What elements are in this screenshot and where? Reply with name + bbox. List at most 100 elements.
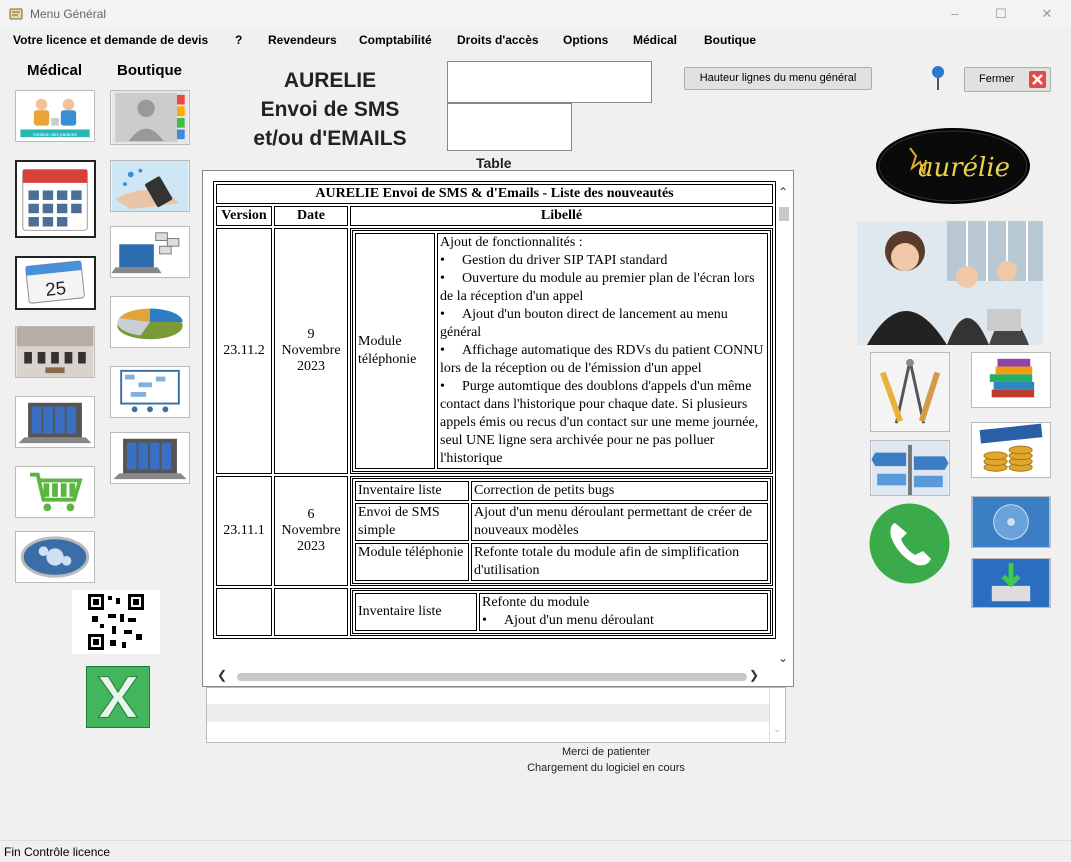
day-calendar-tile[interactable]: 25 [15,256,96,310]
row-intro: Refonte du module [482,595,590,610]
log-list-row [207,704,769,722]
news-table-title: AURELIE Envoi de SMS & d'Emails - Liste … [216,184,773,204]
documentation-tile[interactable] [971,352,1051,408]
hard-drive-tile[interactable] [971,496,1051,548]
shopping-cart-icon [16,467,94,517]
vertical-scroll-thumb[interactable] [779,207,789,221]
menu-medical[interactable]: Médical [633,33,677,47]
phone-hand-icon [111,161,189,211]
list-item: • Purge automtique des doublons d'appels … [440,379,759,466]
table-row: Inventaire liste Refonte du module • Ajou… [216,588,773,636]
svg-text:Gestion des patients: Gestion des patients [33,132,77,138]
row-text: Refonte totale du module afin de simplif… [471,543,768,581]
row-intro: Ajout de fonctionnalités : [440,235,583,250]
close-button-label: Fermer [979,73,1015,85]
table-row: 23.11.1 6 Novembre 2023 Inventaire liste… [216,476,773,586]
row-module: Module téléphonie [355,543,469,581]
scroll-right-icon[interactable]: ❯ [749,668,759,682]
mobile-payment-tile[interactable] [110,160,190,212]
list-item: • Ajout d'un bouton direct de lancement a… [440,307,728,340]
patients-icon: Gestion des patients [16,91,94,141]
commission-coins-icon [972,423,1050,477]
patients-management-tile[interactable]: Gestion des patients [15,90,95,142]
title-line-1: AURELIE [283,69,377,92]
scroll-left-icon[interactable]: ❮ [217,668,227,682]
row-height-button[interactable]: Hauteur lignes du menu général [684,67,872,90]
top-input-field[interactable] [447,61,652,103]
settings-tile[interactable] [15,531,95,583]
agenda-tile[interactable] [15,160,96,238]
menu-help[interactable]: ? [235,33,242,47]
planning-board-icon [111,367,189,417]
compass-pencil-icon [871,353,949,431]
excel-icon [87,667,149,727]
log-list[interactable]: ⌄ [206,687,786,743]
app-icon [9,8,23,20]
menu-options[interactable]: Options [563,33,608,47]
close-window-button[interactable]: ✕ [1024,0,1070,28]
date-calendar-icon: 25 [18,258,93,308]
scroll-up-icon[interactable]: ⌃ [778,185,788,199]
close-button[interactable]: Fermer [964,67,1051,92]
drawing-tools-tile[interactable] [870,352,950,432]
second-input-field[interactable] [447,103,572,151]
row-module: Module téléphonie [355,233,435,469]
row-date: 9 Novembre 2023 [274,228,348,474]
cart-tile[interactable] [15,466,95,518]
options-tile[interactable] [870,440,950,496]
menu-droits[interactable]: Droits d'accès [457,33,539,47]
row-details: Inventaire liste Correction de petits bu… [352,478,771,584]
window-title: Menu Général [30,7,107,21]
log-list-scrollbar[interactable]: ⌄ [769,688,785,742]
list-item: • Ajout d'un menu déroulant [482,613,654,628]
vertical-scrollbar[interactable]: ⌃ ⌄ [777,185,791,673]
svg-text:aurélie: aurélie [918,153,1010,183]
qr-code-icon [72,590,160,654]
maximize-button[interactable]: ☐ [978,0,1024,28]
list-item: • Ouverture du module au premier plan de … [440,271,755,304]
row-date: 6 Novembre 2023 [274,476,348,586]
location-pin-icon[interactable] [929,64,947,92]
row-text: Ajout d'un menu déroulant permettant de … [471,503,768,541]
qr-code-tile[interactable] [72,590,160,654]
planning-board-tile[interactable] [110,366,190,418]
horizontal-scroll-thumb[interactable] [237,673,747,681]
title-bar: Menu Général – ☐ ✕ [0,0,1071,28]
menu-boutique[interactable]: Boutique [704,33,756,47]
minimize-button[interactable]: – [932,0,978,28]
statistics-tile[interactable] [110,296,190,348]
download-icon [972,559,1050,607]
waiting-room-tile[interactable] [15,326,95,378]
pie-chart-icon [111,297,189,347]
commission-tile[interactable] [971,422,1051,478]
status-bar: Fin Contrôle licence [0,840,1071,862]
phone-call-icon[interactable] [869,503,950,584]
page-title: AURELIE Envoi de SMS et/ou d'EMAILS [215,66,445,153]
email-laptop-icon [111,227,189,277]
row-module: Inventaire liste [355,481,469,501]
archive-laptop-tile[interactable] [15,396,95,448]
horizontal-scrollbar[interactable]: ❮ ❯ [213,668,776,684]
download-tile[interactable] [971,558,1051,608]
close-red-icon [1029,71,1046,88]
excel-export-tile[interactable] [86,666,150,728]
options-signpost-icon [871,441,949,495]
loading-message: Chargement du logiciel en cours [527,762,685,774]
email-laptop-tile[interactable] [110,226,190,278]
header-libelle: Libellé [350,206,773,226]
contacts-tile[interactable] [110,90,190,145]
call-center-photo [857,221,1043,345]
row-details: Module téléphonie Ajout de fonctionnalit… [352,230,771,472]
row-module: Envoi de SMS simple [355,503,469,541]
contact-card-icon [111,91,189,144]
scroll-down-icon[interactable]: ⌄ [778,651,788,665]
menu-licence[interactable]: Votre licence et demande de devis [13,33,208,47]
title-line-2: Envoi de SMS [260,98,400,121]
log-scroll-down-icon[interactable]: ⌄ [773,724,781,735]
row-version: 23.11.2 [216,228,272,474]
medical-column-title: Médical [27,62,83,79]
menu-revendeurs[interactable]: Revendeurs [268,33,337,47]
menu-comptabilite[interactable]: Comptabilité [359,33,432,47]
archive-laptop-2-tile[interactable] [110,432,190,484]
row-module: Inventaire liste [355,593,477,631]
